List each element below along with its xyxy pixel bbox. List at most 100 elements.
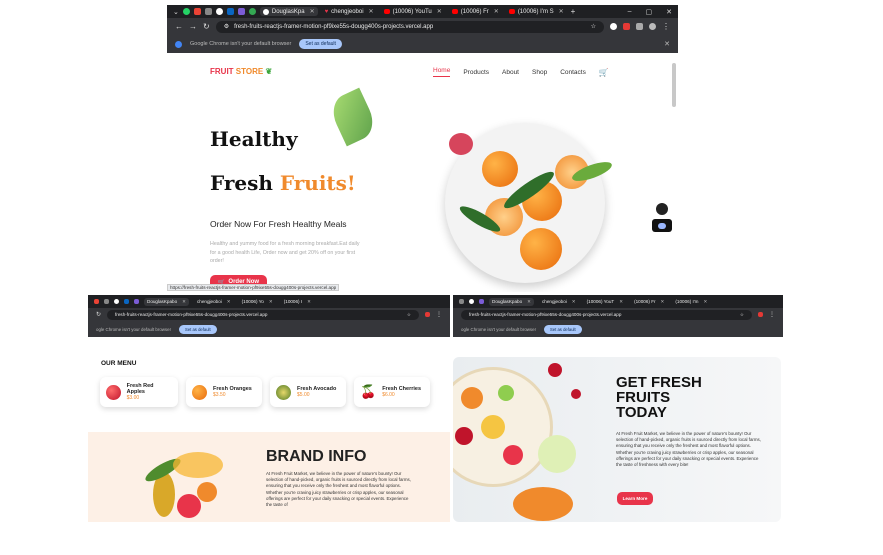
linkedin-icon[interactable]	[226, 8, 234, 15]
url-field[interactable]: ⚙ fresh-fruits-reactjs-framer-motion-pf9i…	[215, 20, 604, 33]
tab-cheng[interactable]: chengjeoboi ✕	[539, 298, 579, 306]
bookmark-star-icon[interactable]: ☆	[407, 312, 411, 318]
app-icon[interactable]	[204, 8, 212, 15]
github-icon	[262, 8, 269, 15]
extension-icon[interactable]	[623, 23, 630, 30]
bookmark-star-icon[interactable]: ☆	[740, 312, 744, 318]
tab-github[interactable]: DouglasKpabo ✕	[489, 297, 534, 306]
tab-cheng[interactable]: ♥ chengjeoboi ✕	[322, 7, 377, 16]
app-icon[interactable]	[104, 299, 109, 304]
tab-list-icon[interactable]: ⌄	[173, 8, 179, 16]
extensions-puzzle-icon[interactable]	[636, 23, 643, 30]
profile-avatar-icon[interactable]	[649, 23, 656, 30]
close-icon[interactable]: ✕	[494, 8, 499, 15]
set-default-button[interactable]: Set as default	[544, 324, 582, 334]
close-icon[interactable]: ✕	[369, 8, 374, 15]
set-default-button[interactable]: Set as default	[299, 39, 342, 49]
nav-products[interactable]: Products	[463, 69, 489, 76]
github-icon[interactable]	[469, 299, 474, 304]
new-tab-button[interactable]: +	[571, 7, 576, 16]
menu-kebab-icon[interactable]: ⋮	[662, 22, 670, 31]
menu-card-avocado[interactable]: Fresh Avocado $5.00	[270, 377, 346, 407]
reload-icon[interactable]: ↻	[96, 311, 101, 318]
gmail-icon[interactable]	[193, 8, 201, 15]
menu-kebab-icon[interactable]: ⋮	[769, 311, 775, 318]
apple-icon	[106, 384, 121, 400]
gmail-icon[interactable]	[94, 299, 99, 304]
app-icon[interactable]	[459, 299, 464, 304]
chrome-icon	[175, 40, 182, 48]
close-icon[interactable]: ✕	[704, 299, 708, 305]
close-icon[interactable]: ✕	[572, 299, 576, 305]
url-field[interactable]: fresh-fruits-reactjs-framer-motion-pf9ix…	[461, 309, 752, 320]
close-icon[interactable]: ✕	[619, 299, 623, 305]
extension-icon[interactable]	[610, 23, 617, 30]
site-info-icon[interactable]: ⚙	[224, 23, 229, 30]
extension-icon[interactable]	[237, 8, 245, 15]
tab-cheng[interactable]: chengjeoboi ✕	[194, 298, 234, 306]
site-nav: Home Products About Shop Contacts 🛒	[433, 67, 609, 77]
default-browser-infobar: ogle Chrome isn't your default browser S…	[88, 321, 450, 337]
tab-youtube-2[interactable]: (10006) I ✕	[281, 298, 314, 306]
cart-icon[interactable]: 🛒	[599, 68, 609, 77]
close-icon[interactable]: ✕	[310, 8, 315, 15]
learn-more-button[interactable]: Learn More	[617, 492, 653, 505]
site-logo[interactable]: FRUIT STORE ❦	[210, 67, 272, 76]
nav-shop[interactable]: Shop	[532, 69, 547, 76]
menu-card-apples[interactable]: Fresh Red Apples $3.00	[100, 377, 178, 407]
floating-widget-icon[interactable]	[656, 203, 668, 215]
github-icon[interactable]	[215, 8, 223, 15]
tab-youtube-1[interactable]: (10006) Yo ✕	[239, 298, 276, 306]
extension-icon[interactable]	[134, 299, 139, 304]
chat-bot-icon[interactable]	[652, 219, 672, 232]
url-field[interactable]: fresh-fruits-reactjs-framer-motion-pf9ix…	[107, 309, 419, 320]
close-icon[interactable]: ✕	[664, 40, 670, 48]
minimize-button[interactable]: –	[628, 8, 632, 15]
tab-youtube-3[interactable]: (10006) I'm ✕	[672, 298, 710, 306]
close-icon[interactable]: ✕	[559, 8, 564, 15]
close-icon[interactable]: ✕	[527, 299, 531, 305]
forward-icon[interactable]: →	[189, 22, 197, 31]
menu-card-cherries[interactable]: 🍒 Fresh Cherries $6.00	[354, 377, 430, 407]
tab-youtube-2[interactable]: (10006) Fr ✕	[449, 7, 502, 16]
back-icon[interactable]: ←	[175, 22, 183, 31]
hero-subheading: Order Now For Fresh Healthy Meals	[210, 219, 347, 229]
extension-icon[interactable]	[425, 312, 430, 317]
nav-contacts[interactable]: Contacts	[560, 69, 586, 76]
close-icon[interactable]: ✕	[269, 299, 273, 305]
nav-about[interactable]: About	[502, 69, 519, 76]
tab-github[interactable]: DouglasKpa ✕	[259, 7, 318, 16]
tab-youtube-1[interactable]: (10006) YouTu ✕	[381, 7, 445, 16]
extension-icon[interactable]	[758, 312, 763, 317]
fruit-bowl-image	[453, 357, 603, 522]
whatsapp-icon[interactable]	[182, 8, 190, 15]
nav-home[interactable]: Home	[433, 67, 451, 77]
menu-kebab-icon[interactable]: ⋮	[436, 311, 442, 318]
banner-body: At Fresh Fruit Market, we believe in the…	[616, 431, 761, 468]
default-browser-infobar: ogle Chrome isn't your default browser S…	[453, 321, 783, 337]
linkedin-icon[interactable]	[124, 299, 129, 304]
menu-card-oranges[interactable]: Fresh Oranges $3.50	[186, 377, 262, 407]
green-app-icon[interactable]	[248, 8, 256, 15]
tab-youtube-3[interactable]: (10006) I'm S ✕	[506, 7, 567, 16]
main-browser-window: ⌄ DouglasKpa ✕ ♥ chengjeoboi ✕ (10006) YouT…	[167, 5, 678, 292]
bookmark-star-icon[interactable]: ☆	[591, 23, 596, 30]
close-icon[interactable]: ✕	[227, 299, 231, 305]
cherries-icon: 🍒	[360, 384, 377, 399]
tab-youtube-2[interactable]: (10006) Fr ✕	[631, 298, 667, 306]
tab-github[interactable]: DouglasKpabo ✕	[144, 297, 189, 306]
github-icon[interactable]	[114, 299, 119, 304]
extension-icon[interactable]	[479, 299, 484, 304]
page-scrollbar[interactable]	[672, 63, 676, 107]
tab-youtube-1[interactable]: (10006) YouT ✕	[584, 298, 626, 306]
close-icon[interactable]: ✕	[182, 299, 186, 305]
reload-icon[interactable]: ↻	[203, 22, 210, 31]
maximize-button[interactable]: ▢	[646, 8, 653, 16]
youtube-icon	[383, 9, 390, 14]
close-icon[interactable]: ✕	[307, 299, 311, 305]
close-window-button[interactable]: ✕	[666, 8, 672, 16]
close-icon[interactable]: ✕	[661, 299, 665, 305]
fruit-splash-image	[142, 452, 233, 522]
set-default-button[interactable]: Set as default	[179, 324, 217, 334]
close-icon[interactable]: ✕	[437, 8, 442, 15]
